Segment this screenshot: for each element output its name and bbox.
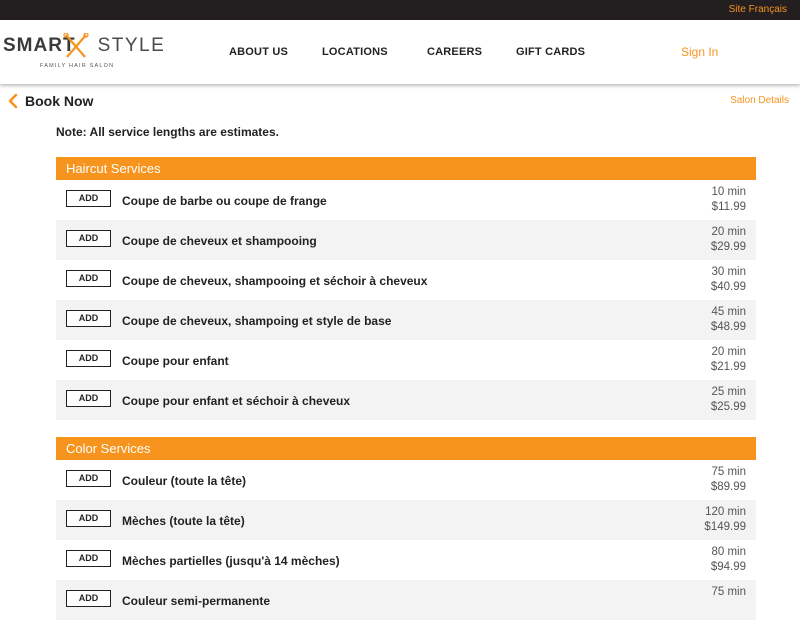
- service-row: ADD Mèches partielles (jusqu'à 14 mèches…: [56, 540, 756, 580]
- logo-style-text: STYLE: [97, 35, 166, 56]
- nav-locations[interactable]: LOCATIONS: [322, 46, 388, 58]
- french-site-link[interactable]: Site Français: [729, 4, 787, 15]
- service-meta: 20 min $21.99: [711, 345, 746, 375]
- service-meta: 30 min $40.99: [711, 265, 746, 295]
- service-row: ADD Coupe pour enfant 20 min $21.99: [56, 340, 756, 380]
- service-price: $149.99: [704, 521, 746, 533]
- service-row: ADD Couleur semi-permanente 75 min: [56, 580, 756, 620]
- service-duration: 75 min: [711, 586, 746, 598]
- add-button[interactable]: ADD: [66, 550, 111, 567]
- site-header: SMART STYLE FAMILY HAIR SALON ABOUT US LO…: [0, 20, 800, 84]
- service-row: ADD Coupe pour enfant et séchoir à cheve…: [56, 380, 756, 420]
- service-name: Coupe de barbe ou coupe de frange: [122, 194, 327, 208]
- service-duration: 120 min: [705, 506, 746, 518]
- service-row: ADD Mèches (toute la tête) 120 min $149.…: [56, 500, 756, 540]
- service-duration: 10 min: [711, 186, 746, 198]
- estimate-note: Note: All service lengths are estimates.: [56, 125, 279, 139]
- service-row: ADD Coupe de cheveux et shampooing 20 mi…: [56, 220, 756, 260]
- service-duration: 75 min: [711, 466, 746, 478]
- chevron-left-icon[interactable]: [7, 93, 19, 109]
- service-duration: 80 min: [711, 546, 746, 558]
- service-duration: 30 min: [711, 266, 746, 278]
- service-price: $48.99: [710, 321, 746, 333]
- service-price: $94.99: [710, 561, 746, 573]
- add-button[interactable]: ADD: [66, 590, 111, 607]
- service-row: ADD Coupe de barbe ou coupe de frange 10…: [56, 180, 756, 220]
- add-button[interactable]: ADD: [66, 230, 111, 247]
- nav-about-us[interactable]: ABOUT US: [229, 46, 288, 58]
- service-price: $29.99: [710, 241, 746, 253]
- color-services-section: Color Services ADD Couleur (toute la têt…: [56, 437, 756, 620]
- booking-subheader: Book Now Salon Details: [0, 85, 800, 117]
- haircut-services-section: Haircut Services ADD Coupe de barbe ou c…: [56, 157, 756, 420]
- service-price: $25.99: [710, 401, 746, 413]
- service-duration: 20 min: [711, 226, 746, 238]
- service-price: $11.99: [711, 201, 746, 213]
- scissors-icon: [63, 33, 89, 58]
- add-button[interactable]: ADD: [66, 190, 111, 207]
- sign-in-link[interactable]: Sign In: [681, 45, 718, 59]
- service-name: Coupe de cheveux, shampoing et style de …: [122, 314, 392, 328]
- service-name: Couleur semi-permanente: [122, 594, 271, 608]
- service-name: Mèches partielles (jusqu'à 14 mèches): [122, 554, 340, 568]
- top-bar: Site Français: [0, 0, 800, 20]
- add-button[interactable]: ADD: [66, 310, 111, 327]
- nav-careers[interactable]: CAREERS: [427, 46, 482, 58]
- page-title: Book Now: [25, 93, 94, 109]
- service-meta: 25 min $25.99: [711, 385, 746, 415]
- service-name: Coupe de cheveux, shampooing et séchoir …: [122, 274, 428, 288]
- service-duration: 25 min: [711, 386, 746, 398]
- section-header: Haircut Services: [56, 157, 756, 180]
- add-button[interactable]: ADD: [66, 350, 111, 367]
- service-price: $40.99: [710, 281, 746, 293]
- service-name: Couleur (toute la tête): [122, 474, 247, 488]
- service-price: $89.99: [710, 481, 746, 493]
- section-header: Color Services: [56, 437, 756, 460]
- service-meta: 45 min $48.99: [711, 305, 746, 335]
- service-row: ADD Couleur (toute la tête) 75 min $89.9…: [56, 460, 756, 500]
- service-name: Coupe pour enfant et séchoir à cheveux: [122, 394, 351, 408]
- add-button[interactable]: ADD: [66, 510, 111, 527]
- service-name: Coupe de cheveux et shampooing: [122, 234, 317, 248]
- add-button[interactable]: ADD: [66, 470, 111, 487]
- logo-tagline: FAMILY HAIR SALON: [40, 63, 115, 69]
- service-meta: 20 min $29.99: [711, 225, 746, 255]
- service-meta: 75 min: [711, 585, 746, 600]
- salon-details-link[interactable]: Salon Details: [730, 95, 789, 106]
- service-row: ADD Coupe de cheveux, shampooing et séch…: [56, 260, 756, 300]
- service-meta: 80 min $94.99: [711, 545, 746, 575]
- service-meta: 120 min $149.99: [704, 505, 746, 535]
- service-duration: 45 min: [711, 306, 746, 318]
- service-meta: 10 min $11.99: [711, 185, 746, 215]
- service-price: $21.99: [710, 361, 746, 373]
- add-button[interactable]: ADD: [66, 270, 111, 287]
- service-name: Coupe pour enfant: [122, 354, 229, 368]
- service-meta: 75 min $89.99: [711, 465, 746, 495]
- service-duration: 20 min: [711, 346, 746, 358]
- smartstyle-logo[interactable]: SMART STYLE FAMILY HAIR SALON: [3, 33, 164, 73]
- service-row: ADD Coupe de cheveux, shampoing et style…: [56, 300, 756, 340]
- nav-gift-cards[interactable]: GIFT CARDS: [516, 46, 585, 58]
- add-button[interactable]: ADD: [66, 390, 111, 407]
- service-name: Mèches (toute la tête): [122, 514, 245, 528]
